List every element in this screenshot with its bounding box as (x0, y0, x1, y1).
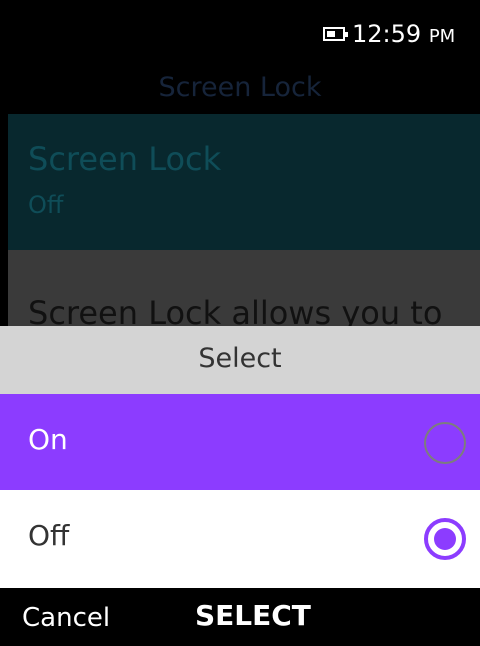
radio-checked-icon[interactable] (424, 518, 466, 560)
setting-row-screen-lock: Screen Lock Off (8, 114, 480, 250)
page-title: Screen Lock (158, 72, 322, 103)
option-label: Off (28, 519, 70, 552)
clock: 12:59 PM (352, 20, 455, 51)
dialog-header: Select (0, 326, 480, 394)
softkey-bar: Cancel SELECT (0, 588, 480, 646)
status-bar: 12:59 PM (0, 0, 480, 68)
option-off[interactable]: Off (0, 490, 480, 586)
cancel-button[interactable]: Cancel (22, 602, 110, 634)
setting-title: Screen Lock (28, 140, 222, 178)
battery-icon (323, 27, 348, 41)
setting-value: Off (28, 191, 64, 219)
description-area: Screen Lock allows you to (8, 250, 480, 332)
app-header: Screen Lock (0, 68, 480, 114)
select-button[interactable]: SELECT (195, 600, 311, 632)
screen: 12:59 PM Screen Lock Screen Lock Off Scr… (0, 0, 480, 646)
dialog-title: Select (198, 343, 282, 374)
radio-unchecked-icon[interactable] (424, 422, 466, 464)
select-dialog: Select On Off (0, 326, 480, 588)
option-label: On (28, 423, 68, 456)
clock-time: 12:59 (352, 20, 422, 48)
option-on[interactable]: On (0, 394, 480, 490)
clock-ampm: PM (428, 26, 456, 47)
